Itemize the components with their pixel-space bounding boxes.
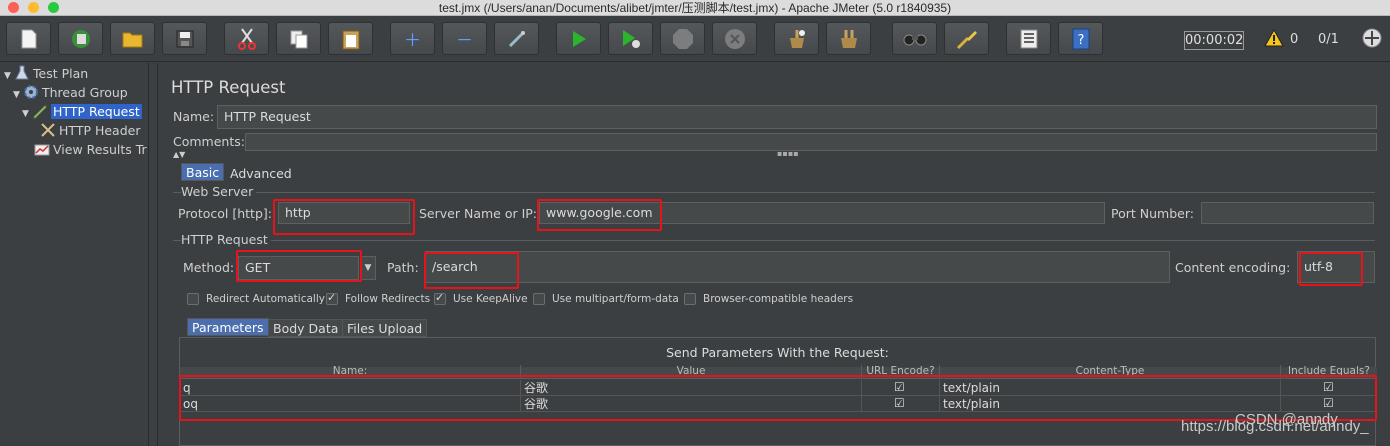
path-input[interactable]: /search: [425, 251, 1170, 283]
tab-files-upload[interactable]: Files Upload: [342, 319, 428, 337]
parameters-table-title: Send Parameters With the Request:: [666, 345, 889, 360]
highlight-box-path: [424, 252, 519, 289]
tab-advanced[interactable]: Advanced: [225, 164, 297, 182]
tab-body-data[interactable]: Body Data: [268, 319, 344, 337]
function-helper-icon[interactable]: [1006, 22, 1051, 55]
highlight-box-parameters: [179, 375, 1377, 421]
help-icon[interactable]: ?: [1058, 22, 1103, 55]
tree-item-http-header[interactable]: HTTP Header: [40, 121, 140, 140]
copy-icon[interactable]: [276, 22, 321, 55]
svg-text:?: ?: [1077, 33, 1084, 48]
shutdown-icon[interactable]: [712, 22, 757, 55]
highlight-box-method: [236, 250, 362, 282]
method-label: Method:: [183, 260, 235, 275]
tab-parameters[interactable]: Parameters: [187, 318, 269, 336]
web-server-title: Web Server: [181, 184, 257, 199]
collapse-arrows-icon[interactable]: ▲▼: [173, 150, 185, 159]
toolbar: ＋ － ? 00:00:02 0 0/1: [0, 17, 1390, 62]
use-keepalive-checkbox[interactable]: [434, 291, 446, 305]
chevron-down-icon[interactable]: ▼: [360, 256, 376, 280]
tree-item-thread-group[interactable]: ▼ Thread Group: [13, 83, 128, 102]
follow-redirects-checkbox[interactable]: [326, 291, 338, 305]
paste-icon[interactable]: [328, 22, 373, 55]
multipart-checkbox[interactable]: [533, 293, 545, 305]
stop-icon[interactable]: [660, 22, 705, 55]
watermark-url: https://blog.csdn.net/anndy_: [1181, 418, 1369, 435]
comments-input[interactable]: [245, 133, 1377, 151]
multipart-label: Use multipart/form-data: [552, 293, 679, 305]
test-plan-tree: ▼ Test Plan ▼ Thread Group ▼ HTTP Request H…: [0, 63, 149, 446]
reset-search-icon[interactable]: [944, 22, 989, 55]
highlight-box-encoding: [1299, 252, 1363, 286]
window-titlebar: test.jmx (/Users/anan/Documents/alibet/j…: [0, 0, 1390, 16]
highlight-box-protocol: [273, 199, 415, 235]
name-label: Name:: [173, 109, 215, 124]
search-icon[interactable]: [892, 22, 937, 55]
use-keepalive-label: Use KeepAlive: [453, 293, 528, 305]
tree-item-http-request[interactable]: ▼ HTTP Request: [22, 102, 142, 121]
gear-icon: [24, 85, 38, 99]
browser-headers-checkbox[interactable]: [684, 293, 696, 305]
chart-icon: [34, 144, 50, 156]
http-request-panel: HTTP Request Name: HTTP Request Comments…: [159, 63, 1390, 446]
redirect-automatically-checkbox[interactable]: [187, 293, 199, 305]
tree-item-view-results[interactable]: View Results Tr: [34, 140, 147, 159]
toggle-icon[interactable]: [494, 22, 539, 55]
server-label: Server Name or IP:: [419, 206, 538, 221]
follow-redirects-label: Follow Redirects: [345, 293, 431, 305]
expand-icon[interactable]: ＋: [390, 22, 435, 55]
warning-count: 0: [1290, 32, 1299, 47]
open-icon[interactable]: [110, 22, 155, 55]
elapsed-timer: 00:00:02: [1184, 31, 1244, 50]
web-server-section: [173, 192, 1375, 193]
http-request-title: HTTP Request: [181, 232, 271, 247]
collapse-icon[interactable]: －: [442, 22, 487, 55]
new-icon[interactable]: [6, 22, 51, 55]
start-icon[interactable]: [556, 22, 601, 55]
name-input[interactable]: HTTP Request: [217, 105, 1377, 129]
http-request-section: [173, 240, 1375, 241]
save-icon[interactable]: [162, 22, 207, 55]
clear-icon[interactable]: [774, 22, 819, 55]
cut-icon[interactable]: [224, 22, 269, 55]
flask-icon: [15, 65, 29, 80]
clear-all-icon[interactable]: [826, 22, 871, 55]
warning-icon[interactable]: [1264, 28, 1284, 51]
window-title: test.jmx (/Users/anan/Documents/alibet/j…: [438, 1, 952, 15]
resize-grip-icon[interactable]: ▪▪▪▪: [777, 149, 799, 158]
tab-basic[interactable]: Basic: [181, 163, 225, 181]
path-label: Path:: [387, 260, 419, 275]
encoding-label: Content encoding:: [1175, 260, 1291, 275]
templates-icon[interactable]: [58, 22, 103, 55]
start-no-pauses-icon[interactable]: [608, 22, 653, 55]
pencil-icon: [33, 105, 47, 119]
browser-headers-label: Browser-compatible headers: [703, 293, 854, 305]
splitter[interactable]: [150, 63, 158, 446]
port-input[interactable]: [1201, 202, 1374, 224]
page-title: HTTP Request: [171, 78, 286, 97]
tree-item-test-plan[interactable]: ▼ Test Plan: [4, 64, 88, 83]
active-threads: 0/1: [1318, 32, 1339, 47]
protocol-label: Protocol [http]:: [178, 206, 272, 221]
port-label: Port Number:: [1111, 206, 1194, 221]
wrench-icon: [41, 123, 55, 137]
expand-arrow-icon[interactable]: ▼: [22, 105, 32, 124]
remote-icon[interactable]: [1362, 28, 1382, 52]
highlight-box-server: [537, 199, 662, 231]
comments-label: Comments:: [173, 134, 245, 149]
redirect-automatically-label: Redirect Automatically: [206, 293, 325, 305]
